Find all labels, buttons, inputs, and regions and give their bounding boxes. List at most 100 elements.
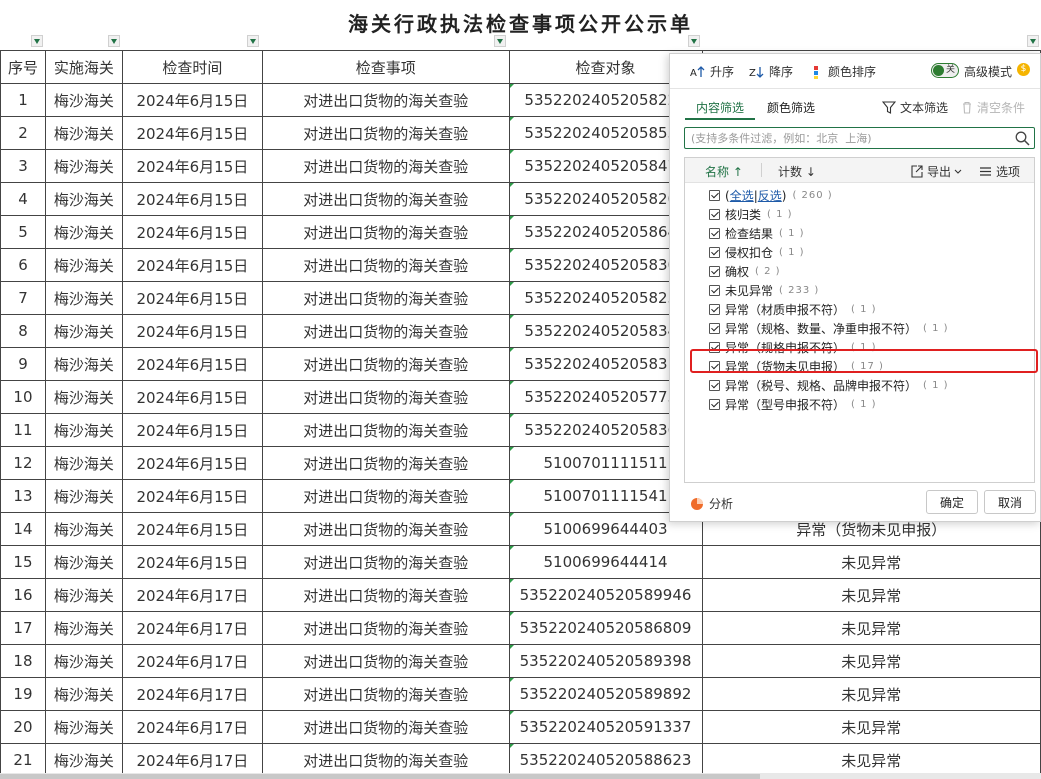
column-header[interactable]: 检查事项 [261,50,510,84]
filter-value-item[interactable]: 侵权扣仓 ( 1 ) [709,243,1029,262]
table-cell[interactable]: 梅沙海关 [44,281,123,315]
table-cell[interactable]: 18 [0,644,46,678]
tab-content-filter[interactable]: 内容筛选 [696,99,744,116]
table-cell[interactable]: 5100699644414 [508,545,703,579]
table-cell[interactable]: 对进出口货物的海关查验 [261,578,510,612]
sort-by-name-button[interactable]: 名称 ↑ [705,163,743,180]
column-header[interactable]: 序号 [0,50,46,84]
checkbox-checked[interactable] [709,228,720,239]
column-header[interactable]: 检查时间 [121,50,263,84]
filter-value-item[interactable]: 检查结果 ( 1 ) [709,224,1029,243]
table-cell[interactable]: 2024年6月15日 [121,314,263,348]
tab-color-filter[interactable]: 颜色筛选 [767,99,815,116]
table-cell[interactable]: 对进出口货物的海关查验 [261,743,510,777]
table-cell[interactable]: 7 [0,281,46,315]
text-filter-button[interactable]: 文本筛选 [882,99,948,116]
filter-value-item[interactable]: 异常（材质申报不符） ( 1 ) [709,300,1029,319]
sort-descending-button[interactable]: Z 降序 [749,63,793,80]
column-header[interactable]: 实施海关 [44,50,123,84]
table-cell[interactable]: 53522024052059133​7 [508,710,703,744]
table-cell[interactable]: 2024年6月17日 [121,611,263,645]
filter-value-item[interactable]: 异常（型号申报不符） ( 1 ) [709,395,1029,414]
table-cell[interactable]: 对进出口货物的海关查验 [261,710,510,744]
select-all-item[interactable]: (全选 | 反选) ( 260 ) [709,186,1029,205]
table-cell[interactable]: 12 [0,446,46,480]
filter-value-item[interactable]: 异常（规格申报不符） ( 1 ) [709,338,1029,357]
table-cell[interactable]: 对进出口货物的海关查验 [261,314,510,348]
table-cell[interactable]: 16 [0,578,46,612]
table-cell[interactable]: 未见异常 [701,545,1041,579]
table-cell[interactable]: 对进出口货物的海关查验 [261,611,510,645]
table-cell[interactable]: 未见异常 [701,644,1041,678]
table-cell[interactable]: 对进出口货物的海关查验 [261,545,510,579]
search-icon[interactable] [1015,131,1030,146]
table-cell[interactable]: 53522024052058994​6 [508,578,703,612]
filter-value-item[interactable]: 核归类 ( 1 ) [709,205,1029,224]
table-cell[interactable]: 2024年6月15日 [121,281,263,315]
table-cell[interactable]: 53522024052058862​3 [508,743,703,777]
table-cell[interactable]: 对进出口货物的海关查验 [261,182,510,216]
table-cell[interactable]: 2024年6月17日 [121,743,263,777]
table-cell[interactable]: 2024年6月15日 [121,182,263,216]
table-cell[interactable]: 梅沙海关 [44,446,123,480]
table-cell[interactable]: 对进出口货物的海关查验 [261,413,510,447]
table-cell[interactable]: 对进出口货物的海关查验 [261,215,510,249]
checkbox-checked[interactable] [709,361,720,372]
table-cell[interactable]: 对进出口货物的海关查验 [261,677,510,711]
table-cell[interactable]: 未见异常 [701,743,1041,777]
table-cell[interactable]: 2 [0,116,46,150]
checkbox-checked[interactable] [709,342,720,353]
checkbox-checked[interactable] [709,285,720,296]
table-cell[interactable]: 13 [0,479,46,513]
table-cell[interactable]: 梅沙海关 [44,380,123,414]
table-cell[interactable]: 未见异常 [701,677,1041,711]
scrollbar-thumb[interactable] [0,774,760,779]
table-cell[interactable]: 15 [0,545,46,579]
table-cell[interactable]: 对进出口货物的海关查验 [261,644,510,678]
filter-dropdown-icon[interactable] [494,35,506,47]
table-cell[interactable]: 53522024052058939​8 [508,644,703,678]
filter-value-item[interactable]: 异常（税号、规格、品牌申报不符） ( 1 ) [709,376,1029,395]
table-cell[interactable]: 对进出口货物的海关查验 [261,281,510,315]
table-cell[interactable]: 2024年6月17日 [121,644,263,678]
table-cell[interactable]: 53522024052058989​2 [508,677,703,711]
table-cell[interactable]: 对进出口货物的海关查验 [261,446,510,480]
checkbox-checked[interactable] [709,190,720,201]
table-cell[interactable]: 4 [0,182,46,216]
table-cell[interactable]: 对进出口货物的海关查验 [261,512,510,546]
table-cell[interactable]: 梅沙海关 [44,710,123,744]
filter-dropdown-icon[interactable] [108,35,120,47]
table-cell[interactable]: 17 [0,611,46,645]
table-cell[interactable]: 10 [0,380,46,414]
filter-dropdown-icon[interactable] [1027,35,1039,47]
table-cell[interactable]: 20 [0,710,46,744]
filter-search-input[interactable] [685,128,1011,148]
table-cell[interactable]: 2024年6月17日 [121,677,263,711]
options-button[interactable]: 选项 [979,163,1020,180]
table-cell[interactable]: 梅沙海关 [44,644,123,678]
cancel-button[interactable]: 取消 [984,490,1036,514]
table-cell[interactable]: 对进出口货物的海关查验 [261,380,510,414]
table-cell[interactable]: 梅沙海关 [44,413,123,447]
table-cell[interactable]: 梅沙海关 [44,743,123,777]
checkbox-checked[interactable] [709,209,720,220]
checkbox-checked[interactable] [709,323,720,334]
table-cell[interactable]: 梅沙海关 [44,182,123,216]
advanced-mode-toggle[interactable]: 关 [931,63,959,78]
checkbox-checked[interactable] [709,380,720,391]
checkbox-checked[interactable] [709,247,720,258]
table-cell[interactable]: 8 [0,314,46,348]
table-cell[interactable]: 2024年6月15日 [121,215,263,249]
table-cell[interactable]: 对进出口货物的海关查验 [261,248,510,282]
table-cell[interactable]: 梅沙海关 [44,149,123,183]
table-cell[interactable]: 3 [0,149,46,183]
table-cell[interactable]: 未见异常 [701,611,1041,645]
analysis-button[interactable]: 分析 [690,495,733,512]
table-cell[interactable]: 对进出口货物的海关查验 [261,116,510,150]
export-button[interactable]: 导出 [910,163,962,180]
table-cell[interactable]: 梅沙海关 [44,248,123,282]
table-cell[interactable]: 梅沙海关 [44,512,123,546]
table-cell[interactable]: 2024年6月15日 [121,347,263,381]
table-cell[interactable]: 对进出口货物的海关查验 [261,347,510,381]
sort-by-count-button[interactable]: 计数 ↓ [778,163,816,180]
